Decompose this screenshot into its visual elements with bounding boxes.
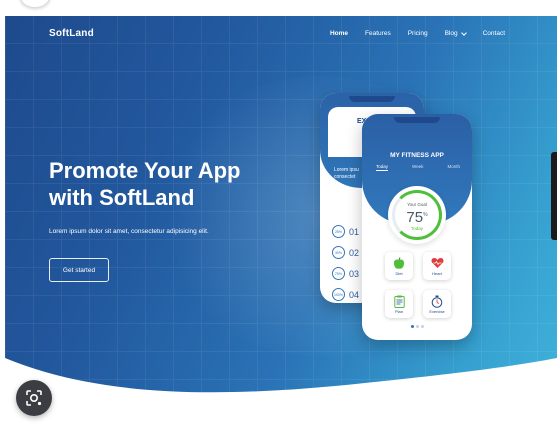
phone-back-text-line2: consectet bbox=[334, 174, 356, 180]
get-started-button[interactable]: Get started bbox=[49, 258, 109, 282]
tab-today[interactable]: Today bbox=[376, 164, 389, 171]
tab-week[interactable]: Week bbox=[412, 164, 423, 171]
phone-back-list: 25% 01 30% 02 75% 03 100% 04 bbox=[332, 221, 359, 303]
hero-headline: Promote Your App with SoftLand bbox=[49, 157, 289, 211]
lens-search-button[interactable] bbox=[16, 380, 52, 416]
heart-icon bbox=[430, 256, 444, 270]
nav-item-blog-label: Blog bbox=[444, 30, 458, 37]
goal-value-unit: % bbox=[423, 211, 428, 218]
progress-circle: 75% bbox=[332, 267, 345, 280]
list-item: 75% 03 bbox=[332, 263, 359, 284]
tile-label: Diet bbox=[395, 271, 403, 276]
tile-label: Exercise bbox=[429, 309, 445, 314]
carousel-dots bbox=[362, 325, 472, 328]
carousel-dot[interactable] bbox=[410, 325, 414, 328]
tile-heart[interactable]: Heart bbox=[423, 252, 451, 280]
apple-icon bbox=[392, 256, 406, 270]
carousel-dot[interactable] bbox=[415, 325, 419, 328]
list-item: 100% 04 bbox=[332, 284, 359, 303]
progress-circle: 30% bbox=[332, 246, 345, 259]
tile-label: Plan bbox=[394, 309, 403, 314]
carousel-dot[interactable] bbox=[420, 325, 424, 328]
hero-wave bbox=[5, 358, 557, 400]
phone-back-notch bbox=[349, 96, 395, 102]
page: SoftLand Home Features Pricing Blog Cont… bbox=[0, 0, 557, 441]
hero-headline-line2: with SoftLand bbox=[49, 185, 195, 210]
period-tabs: Today Week Month bbox=[376, 164, 460, 171]
nav-item-features[interactable]: Features bbox=[365, 30, 391, 37]
top-avatar-button[interactable] bbox=[20, 0, 50, 8]
goal-gauge: Your Goal 75% Today bbox=[388, 186, 446, 244]
list-item-number: 04 bbox=[349, 289, 360, 300]
camera-search-icon bbox=[26, 390, 42, 406]
feature-tiles: Diet Heart Plan Exercise bbox=[385, 252, 451, 318]
tab-month[interactable]: Month bbox=[447, 164, 460, 171]
phone-mockup-front: MY FITNESS APP Today Week Month Your Goa… bbox=[362, 114, 472, 340]
hero-section: SoftLand Home Features Pricing Blog Cont… bbox=[5, 16, 557, 400]
tile-diet[interactable]: Diet bbox=[385, 252, 413, 280]
brand-logo[interactable]: SoftLand bbox=[49, 28, 94, 39]
nav-item-home[interactable]: Home bbox=[330, 30, 348, 37]
nav-item-pricing[interactable]: Pricing bbox=[408, 30, 428, 37]
stopwatch-icon bbox=[430, 294, 444, 308]
chevron-down-icon bbox=[460, 29, 467, 36]
list-item-number: 03 bbox=[349, 268, 360, 279]
tile-exercise[interactable]: Exercise bbox=[423, 290, 451, 318]
browser-strip bbox=[0, 0, 557, 16]
main-nav: Home Features Pricing Blog Contact bbox=[313, 29, 505, 37]
tile-label: Heart bbox=[432, 271, 442, 276]
progress-circle: 25% bbox=[332, 225, 345, 238]
side-panel-handle[interactable] bbox=[551, 152, 557, 240]
clipboard-icon bbox=[392, 294, 406, 308]
progress-circle: 100% bbox=[332, 288, 345, 301]
goal-period: Today bbox=[410, 225, 423, 231]
phone-back-text: Lorem ipsu consectet bbox=[334, 167, 359, 181]
fitness-app-title: MY FITNESS APP bbox=[390, 152, 444, 159]
list-item-number: 02 bbox=[349, 247, 360, 258]
list-item-number: 01 bbox=[349, 226, 360, 237]
list-item: 25% 01 bbox=[332, 221, 359, 242]
tile-plan[interactable]: Plan bbox=[385, 290, 413, 318]
nav-item-blog[interactable]: Blog bbox=[444, 29, 467, 37]
goal-value: 75% bbox=[406, 207, 427, 226]
goal-value-number: 75 bbox=[406, 208, 424, 226]
phone-front-notch bbox=[394, 117, 440, 123]
phone-back-text-line1: Lorem ipsu bbox=[334, 167, 359, 173]
hero-headline-line1: Promote Your App bbox=[49, 158, 241, 183]
hero-subtitle: Lorem ipsum dolor sit amet, consectetur … bbox=[49, 228, 209, 235]
nav-item-contact[interactable]: Contact bbox=[483, 30, 505, 37]
list-item: 30% 02 bbox=[332, 242, 359, 263]
